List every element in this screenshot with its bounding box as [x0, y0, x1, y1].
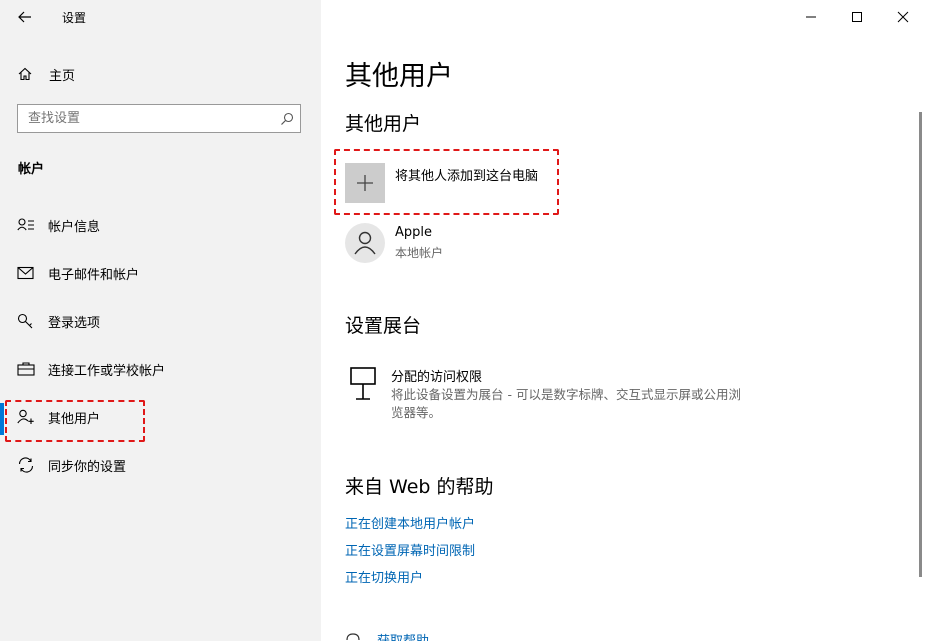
help-link-switch-users[interactable]: 正在切换用户 [345, 567, 423, 586]
get-help-link[interactable]: 获取帮助 [377, 630, 429, 641]
scrollbar[interactable] [919, 112, 922, 577]
section-heading: 帐户 [18, 162, 45, 177]
window-title: 设置 [62, 11, 87, 25]
sidebar-item-label: 电子邮件和帐户 [48, 267, 140, 283]
person-icon [354, 231, 376, 255]
briefcase-icon [17, 362, 35, 376]
help-link-screen-time[interactable]: 正在设置屏幕时间限制 [345, 540, 475, 559]
main-content: 其他用户 其他用户 将其他人添加到这台电脑 Apple 本地帐户 设置展台 分配… [321, 0, 927, 641]
kiosk-description-line-1: 将此设备设置为展台 - 可以是数字标牌、交互式显示屏或公用浏 [391, 387, 741, 402]
highlight-box-add-user [334, 149, 559, 215]
sidebar-item-email[interactable]: 电子邮件和帐户 [0, 253, 321, 293]
sidebar-item-label: 帐户信息 [48, 219, 101, 235]
minimize-button[interactable] [788, 0, 834, 34]
search-input[interactable] [28, 111, 268, 126]
home-icon [18, 67, 32, 81]
web-help-heading: 来自 Web 的帮助 [345, 476, 494, 498]
key-icon [17, 313, 33, 329]
sidebar-item-label: 同步你的设置 [48, 459, 127, 475]
sidebar-item-sign-in-options[interactable]: 登录选项 [0, 301, 321, 341]
get-help-icon [346, 633, 360, 641]
help-link-create-local-account[interactable]: 正在创建本地用户帐户 [345, 513, 475, 532]
sidebar-item-account-info[interactable]: 帐户信息 [0, 205, 321, 245]
kiosk-description-line-2: 览器等。 [391, 405, 442, 420]
minimize-icon [806, 16, 816, 18]
home-label: 主页 [49, 68, 76, 84]
search-icon[interactable] [280, 112, 294, 126]
home-nav[interactable]: 主页 [18, 62, 75, 86]
sidebar-item-label: 连接工作或学校帐户 [48, 363, 166, 379]
assigned-access-link[interactable]: 分配的访问权限 [391, 366, 482, 385]
other-users-heading: 其他用户 [345, 113, 422, 135]
close-icon [897, 11, 909, 23]
sidebar-item-label: 登录选项 [48, 315, 101, 331]
mail-icon [17, 266, 34, 280]
maximize-icon [852, 12, 862, 22]
page-title: 其他用户 [345, 61, 453, 92]
kiosk-icon [350, 367, 376, 400]
back-button[interactable] [10, 4, 40, 30]
highlight-box-other-users [5, 400, 145, 442]
user-name[interactable]: Apple [395, 225, 432, 240]
sidebar-item-work-school[interactable]: 连接工作或学校帐户 [0, 349, 321, 389]
search-box[interactable] [17, 104, 301, 133]
kiosk-description: 将此设备设置为展台 - 可以是数字标牌、交互式显示屏或公用浏 览器等。 [391, 386, 791, 422]
back-arrow-icon [18, 11, 31, 23]
avatar[interactable] [345, 223, 385, 263]
close-button[interactable] [880, 0, 926, 34]
user-account-type: 本地帐户 [395, 246, 444, 260]
account-info-icon [17, 218, 34, 231]
maximize-button[interactable] [834, 0, 880, 34]
sync-icon [18, 457, 34, 473]
sidebar-item-sync-settings[interactable]: 同步你的设置 [0, 445, 321, 485]
kiosk-heading: 设置展台 [345, 315, 422, 337]
sidebar: 设置 主页 帐户 帐户信息 电子邮件和帐户 登录 [0, 0, 321, 641]
